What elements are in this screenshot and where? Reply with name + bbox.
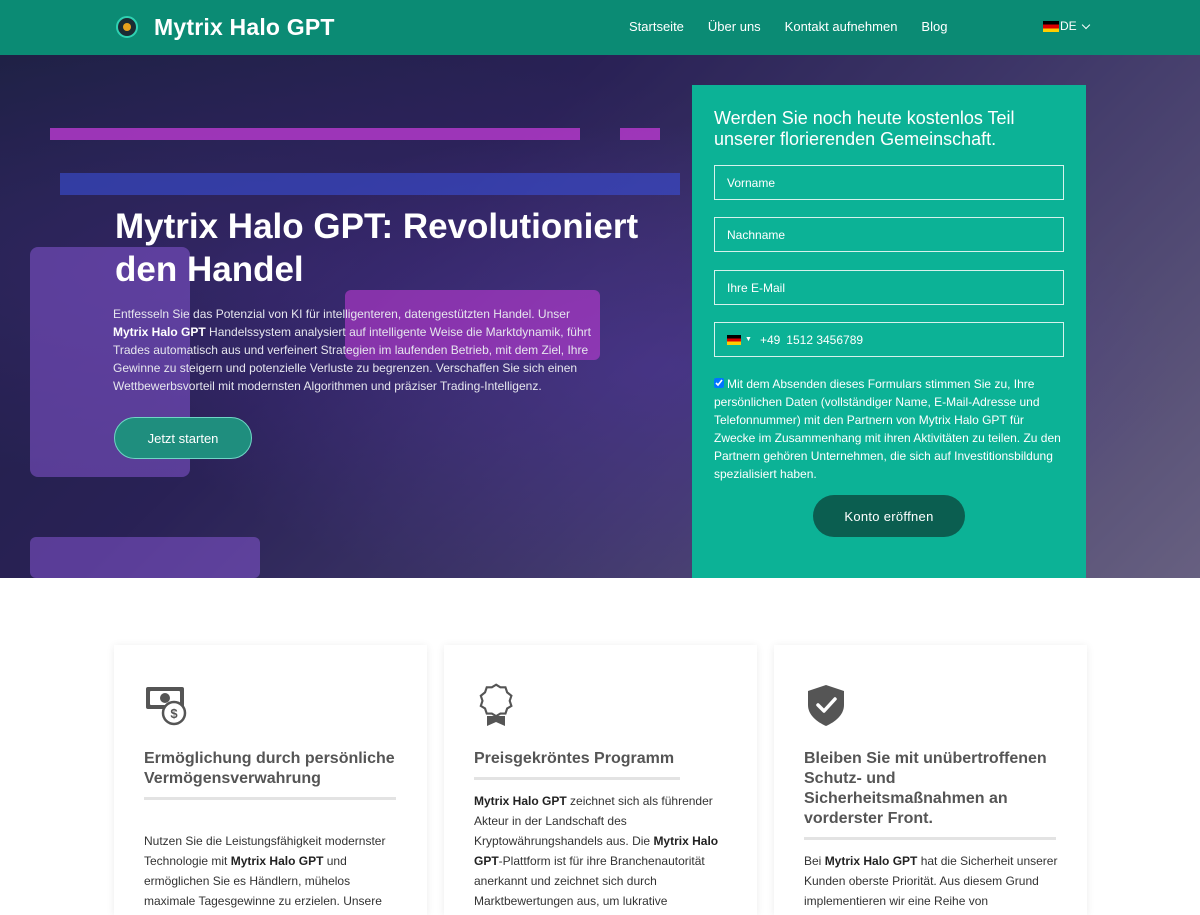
- top-navbar: Mytrix Halo GPT Startseite Über uns Kont…: [0, 0, 1200, 55]
- consent-block: Mit dem Absenden dieses Formulars stimme…: [714, 375, 1066, 483]
- hero-decor-bar: [620, 128, 660, 140]
- consent-text: Mit dem Absenden dieses Formulars stimme…: [714, 377, 1061, 481]
- hero-section: Mytrix Halo GPT: Revolutioniert den Hand…: [0, 55, 1200, 578]
- feature-card-award: Preisgekröntes Programm Mytrix Halo GPT …: [444, 645, 757, 915]
- feature-title: Preisgekröntes Programm: [474, 749, 680, 780]
- feature-card-custody: $ Ermöglichung durch persönliche Vermöge…: [114, 645, 427, 915]
- feature-text-brand: Mytrix Halo GPT: [230, 854, 324, 868]
- start-now-button[interactable]: Jetzt starten: [114, 417, 252, 459]
- feature-title: Ermöglichung durch persönliche Vermögens…: [144, 749, 396, 800]
- feature-text-brand: Mytrix Halo GPT: [474, 794, 567, 808]
- robot-logo-icon: [116, 16, 138, 38]
- language-selector[interactable]: DE: [1043, 19, 1090, 33]
- feature-text: Mytrix Halo GPT zeichnet sich als führen…: [474, 791, 729, 911]
- brand[interactable]: Mytrix Halo GPT: [116, 12, 335, 42]
- phone-placeholder: 1512 3456789: [786, 332, 864, 347]
- last-name-input[interactable]: [714, 217, 1064, 252]
- language-code: DE: [1060, 19, 1077, 33]
- nav-item-ueber-uns[interactable]: Über uns: [708, 19, 761, 34]
- feature-title: Bleiben Sie mit unübertroffenen Schutz- …: [804, 749, 1056, 840]
- feature-text-part: Bei: [804, 854, 825, 868]
- main-menu: Startseite Über uns Kontakt aufnehmen Bl…: [629, 19, 971, 34]
- brand-name: Mytrix Halo GPT: [154, 13, 335, 40]
- feature-text: Bei Mytrix Halo GPT hat die Sicherheit u…: [804, 851, 1059, 911]
- consent-checkbox[interactable]: [714, 378, 724, 388]
- phone-input[interactable]: ▼ +49 1512 3456789: [714, 322, 1064, 357]
- feature-text: Nutzen Sie die Leistungsfähigkeit modern…: [144, 831, 399, 911]
- nav-item-blog[interactable]: Blog: [921, 19, 947, 34]
- hero-description: Entfesseln Sie das Potenzial von KI für …: [113, 305, 598, 395]
- first-name-input[interactable]: [714, 165, 1064, 200]
- feature-text-brand: Mytrix Halo GPT: [824, 854, 918, 868]
- hero-text-part: Entfesseln Sie das Potenzial von KI für …: [113, 307, 570, 321]
- email-input[interactable]: [714, 270, 1064, 305]
- german-flag-icon[interactable]: [727, 334, 741, 345]
- hero-title: Mytrix Halo GPT: Revolutioniert den Hand…: [115, 207, 639, 289]
- open-account-button[interactable]: Konto eröffnen: [813, 495, 965, 537]
- nav-item-kontakt[interactable]: Kontakt aufnehmen: [785, 19, 898, 34]
- svg-text:$: $: [170, 706, 178, 721]
- nav-item-startseite[interactable]: Startseite: [629, 19, 684, 34]
- chevron-down-icon: [1081, 20, 1090, 29]
- hero-text-brand: Mytrix Halo GPT: [113, 325, 206, 339]
- hero-decor-bar: [50, 128, 580, 140]
- hero-decor-bar: [60, 173, 680, 195]
- caret-down-icon[interactable]: ▼: [745, 336, 752, 343]
- money-dollar-icon: $: [146, 687, 187, 726]
- german-flag-icon: [1043, 20, 1059, 32]
- form-title: Werden Sie noch heute kostenlos Teil uns…: [714, 108, 1015, 149]
- phone-country-code: +49: [759, 332, 781, 347]
- signup-form-panel: Werden Sie noch heute kostenlos Teil uns…: [692, 85, 1086, 578]
- hero-decor-card: [30, 537, 260, 578]
- feature-card-security: Bleiben Sie mit unübertroffenen Schutz- …: [774, 645, 1087, 915]
- award-ribbon-icon: [479, 683, 513, 726]
- shield-check-icon: [808, 685, 844, 726]
